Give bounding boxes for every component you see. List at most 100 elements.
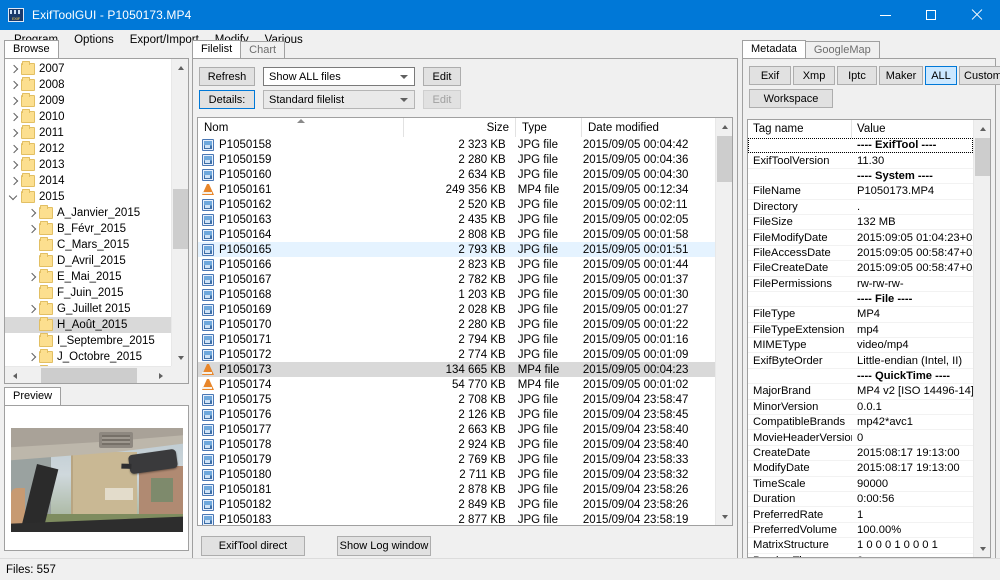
show-log-window-button[interactable]: Show Log window [337, 536, 431, 556]
close-button[interactable] [954, 0, 1000, 30]
tree-item[interactable]: 2012 [5, 141, 171, 157]
file-row[interactable]: P1050176 2 126 KB JPG file 2015/09/04 23:58… [198, 407, 715, 422]
tree-hscroll-thumb[interactable] [41, 368, 137, 383]
file-row[interactable]: P1050162 2 520 KB JPG file 2015/09/05 00:02… [198, 197, 715, 212]
metadata-row[interactable]: PreferredRate 1 [748, 507, 973, 523]
metadata-row[interactable]: FilePermissions rw-rw-rw- [748, 277, 973, 292]
metadata-row[interactable]: ExifByteOrder Little-endian (Intel, II) [748, 353, 973, 369]
file-list-scrollbar[interactable] [715, 118, 732, 525]
file-row[interactable]: P1050183 2 877 KB JPG file 2015/09/04 23:58… [198, 512, 715, 525]
scroll-down-icon[interactable] [172, 349, 188, 366]
file-filter-combo[interactable]: Show ALL files [263, 67, 415, 86]
tab-browse[interactable]: Browse [4, 40, 59, 58]
metadata-row[interactable]: TimeScale 90000 [748, 477, 973, 492]
tab-googlemap[interactable]: GoogleMap [804, 41, 880, 58]
file-row[interactable]: P1050166 2 823 KB JPG file 2015/09/05 00:01… [198, 257, 715, 272]
metadata-row[interactable]: ---- ExifTool ---- [748, 138, 973, 154]
tree-item[interactable]: 2010 [5, 109, 171, 125]
chevron-right-icon[interactable] [7, 109, 21, 125]
chevron-right-icon[interactable] [7, 157, 21, 173]
group-button-custom[interactable]: Custom [959, 66, 1000, 85]
tree-item[interactable]: G_Juillet 2015 [5, 301, 171, 317]
metadata-row[interactable]: MovieHeaderVersion 0 [748, 430, 973, 446]
metadata-row[interactable]: FileName P1050173.MP4 [748, 184, 973, 200]
tree-item[interactable]: A_Janvier_2015 [5, 205, 171, 221]
chevron-right-icon[interactable] [7, 61, 21, 77]
file-list[interactable]: Nom Size Type Date modified P1050158 2 32… [197, 117, 733, 526]
tree-item[interactable]: C_Mars_2015 [5, 237, 171, 253]
group-button-all[interactable]: ALL [925, 66, 957, 85]
column-header-tag-name[interactable]: Tag name [748, 120, 852, 138]
tree-item[interactable]: D_Avril_2015 [5, 253, 171, 269]
metadata-row[interactable]: MatrixStructure 1 0 0 0 1 0 0 0 1 [748, 538, 973, 554]
details-button[interactable]: Details: [199, 90, 255, 109]
metadata-table[interactable]: Tag name Value ---- ExifTool ---- ExifToo… [747, 119, 991, 558]
metadata-row[interactable]: MajorBrand MP4 v2 [ISO 14496-14] [748, 384, 973, 400]
metadata-row[interactable]: PreviewTime0 s [748, 554, 973, 557]
metadata-row[interactable]: Duration 0:00:56 [748, 492, 973, 508]
metadata-row[interactable]: FileCreateDate 2015:09:05 00:58:47+02:00 [748, 261, 973, 277]
chevron-right-icon[interactable] [25, 205, 39, 221]
metadata-row[interactable]: CompatibleBrands mp42*avc1 [748, 415, 973, 431]
file-row[interactable]: P1050165 2 793 KB JPG file 2015/09/05 00:01… [198, 242, 715, 257]
scroll-up-icon[interactable] [716, 118, 732, 135]
tree-item[interactable]: 2014 [5, 173, 171, 189]
metadata-row[interactable]: Directory. [748, 200, 973, 215]
refresh-button[interactable]: Refresh [199, 67, 255, 86]
metadata-row[interactable]: FileTypeExtension mp4 [748, 323, 973, 339]
file-row[interactable]: P1050181 2 878 KB JPG file 2015/09/04 23:58… [198, 482, 715, 497]
file-row[interactable]: P1050180 2 711 KB JPG file 2015/09/04 23:58… [198, 467, 715, 482]
chevron-down-icon[interactable] [7, 189, 21, 205]
chevron-right-icon[interactable] [25, 269, 39, 285]
metadata-row[interactable]: MIMEType video/mp4 [748, 338, 973, 354]
metadata-row[interactable]: ---- System ---- [748, 169, 973, 185]
tree-item[interactable]: B_Févr_2015 [5, 221, 171, 237]
column-header-size[interactable]: Size [404, 118, 516, 137]
metadata-rows[interactable]: ---- ExifTool ---- ExifToolVersion 11.30 --… [748, 138, 973, 557]
tree-item[interactable]: J_Octobre_2015 [5, 349, 171, 365]
metadata-scrollbar[interactable] [973, 120, 990, 557]
column-header-date[interactable]: Date modified [582, 118, 722, 137]
tree-item[interactable]: 2015 [5, 189, 171, 205]
tree-item[interactable]: 2009 [5, 93, 171, 109]
tree-scroll-thumb[interactable] [173, 189, 188, 249]
file-row[interactable]: P1050160 2 634 KB JPG file 2015/09/05 00:04… [198, 167, 715, 182]
chevron-right-icon[interactable] [7, 173, 21, 189]
tree-item[interactable]: 2013 [5, 157, 171, 173]
metadata-row[interactable]: FileSize 132 MB [748, 215, 973, 231]
chevron-right-icon[interactable] [7, 125, 21, 141]
group-button-iptc[interactable]: Iptc [837, 66, 877, 85]
file-row[interactable]: P1050175 2 708 KB JPG file 2015/09/04 23:58… [198, 392, 715, 407]
file-row[interactable]: P1050159 2 280 KB JPG file 2015/09/05 00:04… [198, 152, 715, 167]
tree-item[interactable]: 2008 [5, 77, 171, 93]
file-row[interactable]: P1050163 2 435 KB JPG file 2015/09/05 00:02… [198, 212, 715, 227]
chevron-right-icon[interactable] [25, 349, 39, 365]
tree-vertical-scrollbar[interactable] [171, 59, 188, 366]
workspace-button[interactable]: Workspace [749, 89, 833, 108]
file-row[interactable]: P1050173 134 665 KB MP4 file 2015/09/05 00:… [198, 362, 715, 377]
file-row[interactable]: P1050170 2 280 KB JPG file 2015/09/05 00:01… [198, 317, 715, 332]
metadata-scroll-thumb[interactable] [975, 138, 990, 176]
column-header-value[interactable]: Value [852, 120, 990, 138]
metadata-row[interactable]: PreferredVolume 100.00% [748, 523, 973, 539]
file-row[interactable]: P1050182 2 849 KB JPG file 2015/09/04 23:58… [198, 497, 715, 512]
scroll-down-icon[interactable] [716, 508, 732, 525]
tree-item[interactable]: 2007 [5, 61, 171, 77]
minimize-button[interactable] [862, 0, 908, 30]
folder-tree[interactable]: 2007 2008 2009 2010 2011 2012 2013 2014 2015 A_Ja… [5, 59, 171, 366]
file-row[interactable]: P1050161 249 356 KB MP4 file 2015/09/05 00:… [198, 182, 715, 197]
file-list-rows[interactable]: P1050158 2 323 KB JPG file 2015/09/05 00:04… [198, 137, 715, 525]
metadata-row[interactable]: FileType MP4 [748, 307, 973, 323]
tab-preview[interactable]: Preview [4, 387, 62, 405]
metadata-row[interactable]: FileModifyDate 2015:09:05 01:04:23+02:00 [748, 230, 973, 246]
metadata-row[interactable]: ModifyDate 2015:08:17 19:13:00 [748, 461, 973, 477]
tree-horizontal-scrollbar[interactable] [5, 366, 171, 383]
metadata-row[interactable]: FileAccessDate 2015:09:05 00:58:47+02:00 [748, 246, 973, 262]
file-row[interactable]: P1050179 2 769 KB JPG file 2015/09/04 23:58… [198, 452, 715, 467]
scroll-up-icon[interactable] [974, 120, 990, 137]
file-row[interactable]: P1050178 2 924 KB JPG file 2015/09/04 23:58… [198, 437, 715, 452]
column-header-name[interactable]: Nom [198, 118, 404, 137]
group-button-maker[interactable]: Maker [879, 66, 923, 85]
metadata-row[interactable]: ---- File ---- [748, 292, 973, 308]
scroll-left-icon[interactable] [5, 367, 22, 383]
